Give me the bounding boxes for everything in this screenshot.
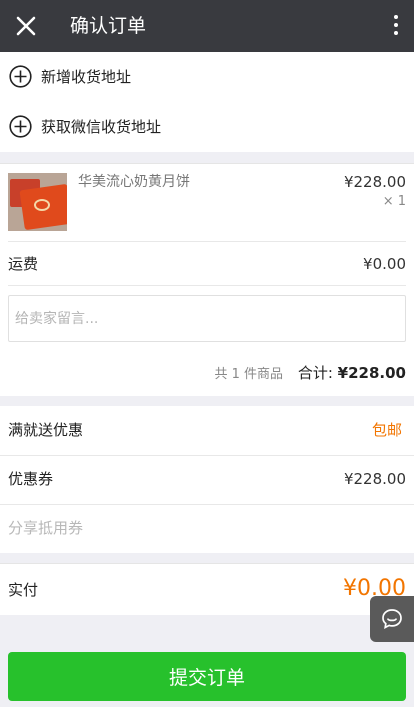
product-image[interactable] xyxy=(8,173,67,231)
coupon-value: ¥228.00 xyxy=(343,470,406,488)
payment-row: 实付 ¥0.00 xyxy=(0,563,414,615)
total-value: ¥228.00 xyxy=(337,364,406,382)
add-address-button[interactable]: 新增收货地址 xyxy=(0,52,414,102)
divider xyxy=(8,285,406,286)
product-name[interactable]: 华美流心奶黄月饼 xyxy=(78,172,190,192)
plus-circle-icon xyxy=(9,115,32,138)
order-summary: 共 1 件商品 合计: ¥228.00 xyxy=(215,362,406,386)
divider xyxy=(8,241,406,242)
order-section: 华美流心奶黄月饼 ¥228.00 × 1 运费 ¥0.00 共 1 件商品 合计… xyxy=(0,163,414,396)
close-icon[interactable] xyxy=(12,12,40,40)
item-count: 共 1 件商品 xyxy=(214,367,284,382)
full-gift-row[interactable]: 满就送优惠 包邮 xyxy=(0,406,414,455)
promotions-section: 满就送优惠 包邮 优惠券 ¥228.00 分享抵用券 xyxy=(0,406,414,553)
wechat-address-label: 获取微信收货地址 xyxy=(41,118,162,136)
coupon-label: 优惠券 xyxy=(8,470,54,488)
top-bar: 确认订单 xyxy=(0,0,414,52)
address-section: 新增收货地址 获取微信收货地址 xyxy=(0,52,414,152)
share-coupon-label: 分享抵用券 xyxy=(8,519,84,537)
submit-order-button[interactable]: 提交订单 xyxy=(8,652,406,701)
wechat-address-button[interactable]: 获取微信收货地址 xyxy=(0,102,414,152)
share-coupon-row[interactable]: 分享抵用券 xyxy=(0,504,414,553)
full-gift-value: 包邮 xyxy=(371,421,402,439)
chat-icon xyxy=(382,609,402,630)
product-quantity: × 1 xyxy=(382,194,406,209)
add-address-label: 新增收货地址 xyxy=(41,68,132,86)
payment-label: 实付 xyxy=(8,581,39,599)
customer-service-button[interactable] xyxy=(370,596,414,642)
plus-circle-icon xyxy=(9,65,32,88)
shipping-label: 运费 xyxy=(8,255,39,273)
total-label: 合计: xyxy=(297,364,338,382)
page-title: 确认订单 xyxy=(70,15,147,37)
coupon-row[interactable]: 优惠券 ¥228.00 xyxy=(0,455,414,504)
more-vertical-icon[interactable] xyxy=(392,12,400,40)
seller-message-input[interactable] xyxy=(8,295,406,342)
product-price: ¥228.00 xyxy=(343,173,406,191)
shipping-value: ¥0.00 xyxy=(363,255,406,273)
full-gift-label: 满就送优惠 xyxy=(8,421,84,439)
